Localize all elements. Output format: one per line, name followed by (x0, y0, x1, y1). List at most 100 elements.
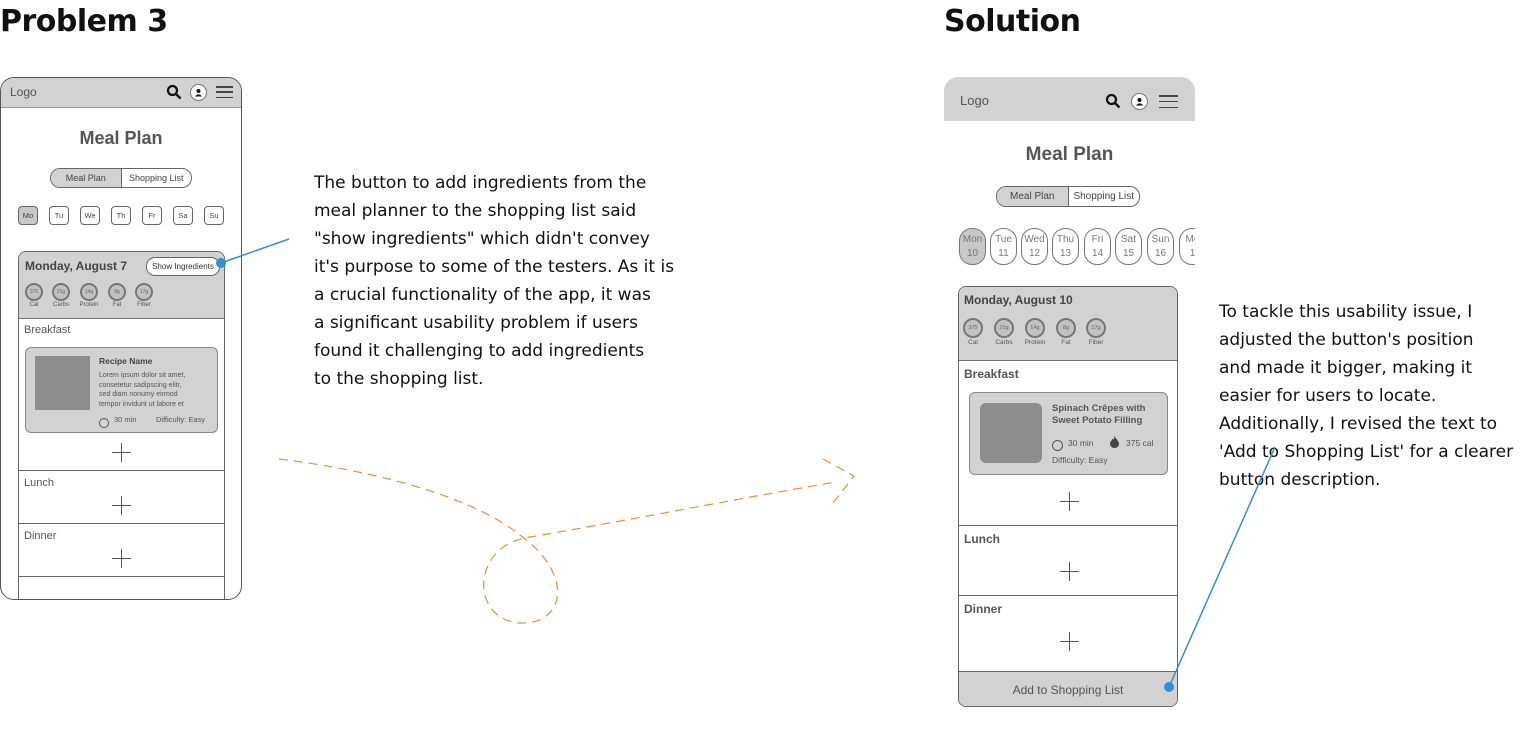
nutrient-label: Cal (968, 339, 978, 346)
day-pill-sun[interactable]: Sun 16 (1147, 228, 1174, 265)
problem-description-line: to the shopping list. (314, 369, 484, 389)
nutrient-label: Protein (1024, 339, 1046, 346)
solution-description: To tackle this usability issue, I adjust… (1219, 298, 1513, 494)
meal-label-breakfast: Breakfast (24, 324, 71, 336)
day-we[interactable]: We (80, 206, 100, 225)
add-breakfast-plus-icon[interactable] (112, 443, 131, 462)
day-th[interactable]: Th (111, 206, 131, 225)
solution-description-line: To tackle this usability issue, I (1219, 302, 1473, 322)
day-tu[interactable]: Tu (49, 206, 69, 225)
add-dinner-plus-icon[interactable] (112, 549, 131, 568)
day-pill-label: Tue (995, 233, 1012, 245)
recipe-card[interactable]: Spinach Crêpes with Sweet Potato Filling… (969, 392, 1168, 475)
clock-icon (99, 417, 109, 428)
problem-wireframe: Logo Meal Plan Meal Plan Shopping List M… (0, 77, 242, 600)
day-sa[interactable]: Sa (173, 206, 193, 225)
view-toggle: Meal Plan Shopping List (50, 168, 192, 188)
day-date: Monday, August 7 (25, 259, 127, 273)
nutrient-value: 21g (52, 283, 70, 301)
solution-screen-top: Meal Plan Meal Plan Shopping List Mon 10 … (944, 121, 1195, 271)
flame-icon (1110, 436, 1119, 448)
nutrient-fat: 8g Fat (106, 283, 128, 308)
tab-shopping-list[interactable]: Shopping List (122, 169, 192, 187)
solution-topbar: Logo (944, 77, 1195, 121)
nutrient-label: Cal (29, 302, 39, 308)
nutrient-fiber: 17g Fiber (1085, 318, 1107, 346)
nutrient-value: 8g (108, 283, 126, 301)
add-lunch-plus-icon[interactable] (112, 496, 131, 515)
meal-label-lunch: Lunch (964, 532, 1000, 546)
user-icon[interactable] (1131, 93, 1148, 110)
day-pill-next[interactable]: Mo 1 (1179, 228, 1195, 265)
divider (959, 595, 1177, 596)
tab-meal-plan[interactable]: Meal Plan (997, 187, 1069, 206)
recipe-name-line: Spinach Crêpes with (1052, 403, 1146, 414)
recipe-description-line: Lorem ipsum dolor sit amet, (99, 372, 186, 379)
solution-description-line: easier for users to locate. (1219, 386, 1437, 406)
recipe-description: Lorem ipsum dolor sit amet, consetetur s… (99, 371, 185, 409)
recipe-description-line: sed diam nonumy eirmod (99, 391, 178, 398)
add-dinner-plus-icon[interactable] (1060, 632, 1079, 651)
menu-icon[interactable] (216, 86, 233, 98)
day-pill-thu[interactable]: Thu 13 (1052, 228, 1079, 265)
user-icon[interactable] (190, 84, 207, 101)
logo: Logo (960, 93, 989, 108)
add-to-shopping-list-button[interactable]: Add to Shopping List (959, 671, 1177, 706)
recipe-card[interactable]: Recipe Name Lorem ipsum dolor sit amet, … (25, 347, 218, 433)
divider (19, 523, 224, 524)
menu-icon[interactable] (1159, 95, 1178, 108)
nutrient-value: 17g (135, 283, 153, 301)
day-pill-label: Wed (1024, 233, 1045, 245)
day-pill-label: Sat (1120, 233, 1136, 245)
clock-icon (1052, 440, 1063, 452)
day-pill-wed[interactable]: Wed 12 (1021, 228, 1048, 265)
day-su[interactable]: Su (204, 206, 224, 225)
problem-description-line: meal planner to the shopping list said (314, 201, 637, 221)
dashed-arrow-path (278, 458, 837, 624)
nutrient-protein: 14g Protein (1021, 318, 1049, 346)
meal-label-breakfast: Breakfast (964, 367, 1019, 381)
day-fr[interactable]: Fr (142, 206, 162, 225)
recipe-image (35, 356, 90, 410)
nutrient-value: 375 (963, 318, 983, 338)
nutrient-label: Carbs (52, 302, 69, 308)
day-pill-number: 11 (998, 247, 1009, 259)
search-icon[interactable] (1105, 93, 1121, 109)
search-icon[interactable] (166, 84, 182, 100)
nutrient-label: Fat (112, 302, 122, 308)
tab-meal-plan[interactable]: Meal Plan (51, 169, 122, 187)
add-lunch-plus-icon[interactable] (1060, 562, 1079, 581)
nutrient-label: Protein (79, 302, 99, 308)
page-title: Meal Plan (1025, 144, 1114, 165)
day-pill-mon[interactable]: Mon 10 (959, 228, 986, 265)
nutrient-cal: 375 Cal (23, 283, 45, 308)
nutrient-value: 375 (25, 283, 43, 301)
nutrient-fat: 8g Fat (1055, 318, 1077, 346)
nutrient-value: 14g (1025, 318, 1045, 338)
recipe-time: 30 min (114, 415, 137, 424)
day-pill-tue[interactable]: Tue 11 (990, 228, 1017, 265)
day-pill-fri[interactable]: Fri 14 (1084, 228, 1111, 265)
problem-description-line: it's purpose to some of the testers. As … (314, 257, 675, 277)
problem-heading: Problem 3 (0, 4, 168, 39)
recipe-name: Spinach Crêpes with Sweet Potato Filling (1052, 403, 1145, 427)
show-ingredients-button[interactable]: Show Ingredients (146, 257, 220, 276)
tab-shopping-list[interactable]: Shopping List (1069, 187, 1140, 206)
problem-description: The button to add ingredients from the m… (314, 169, 674, 393)
solution-description-line: and made it bigger, making it (1219, 358, 1473, 378)
nutrient-label: Fiber (137, 302, 151, 308)
meal-label-dinner: Dinner (964, 602, 1003, 616)
day-pill-sat[interactable]: Sat 15 (1115, 228, 1142, 265)
meal-label-lunch: Lunch (24, 477, 54, 489)
nutrient-fiber: 17g Fiber (133, 283, 155, 308)
divider (959, 525, 1177, 526)
problem-description-line: a crucial functionality of the app, it w… (314, 285, 651, 305)
nutrient-label: Fat (1061, 339, 1071, 346)
solution-description-line: button description. (1219, 470, 1381, 490)
nutrient-value: 8g (1056, 318, 1076, 338)
meal-label-dinner: Dinner (24, 530, 57, 542)
add-breakfast-plus-icon[interactable] (1060, 492, 1079, 511)
nutrient-label: Carbs (995, 339, 1013, 346)
problem-description-line: found it challenging to add ingredients (314, 341, 645, 361)
day-mo[interactable]: Mo (18, 206, 38, 225)
